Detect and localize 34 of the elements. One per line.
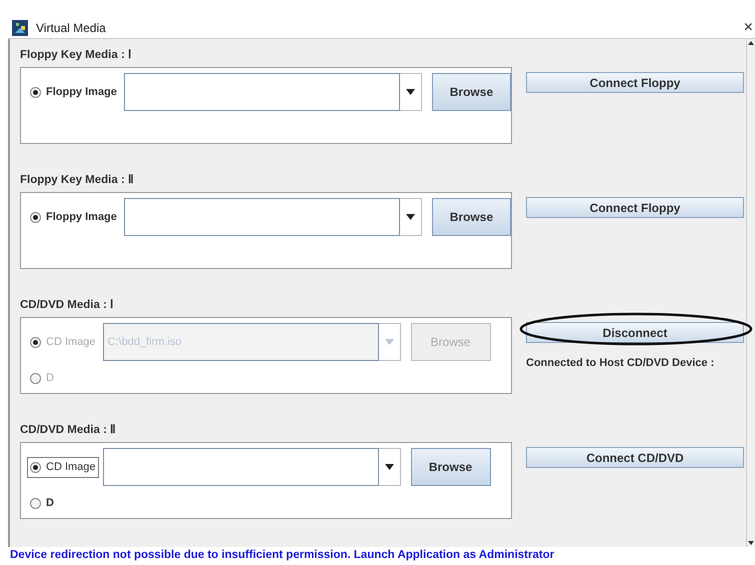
section-title: CD/DVD Media : Ⅰ xyxy=(20,298,116,314)
caret-icon xyxy=(406,214,415,220)
section-title: CD/DVD Media : Ⅱ xyxy=(20,423,118,438)
section-title: Floppy Key Media : Ⅱ xyxy=(20,173,135,188)
path-field[interactable] xyxy=(102,448,379,486)
path-field[interactable] xyxy=(124,73,400,112)
radio-button[interactable]: CD Image xyxy=(27,457,99,478)
window-title: Virtual Media xyxy=(36,20,106,38)
browse-button[interactable]: Browse xyxy=(432,198,511,236)
dropdown-button[interactable] xyxy=(400,198,422,236)
browse-button[interactable]: Browse xyxy=(410,448,491,486)
radio-button[interactable]: Floppy Image xyxy=(27,82,120,103)
dropdown-button[interactable] xyxy=(400,73,422,112)
action-button[interactable]: Connect CD/DVD xyxy=(526,447,744,468)
caret-icon xyxy=(406,89,415,96)
radio-dot[interactable] xyxy=(30,86,41,98)
action-button[interactable]: Connect Floppy xyxy=(526,72,744,94)
browse-button[interactable]: Browse xyxy=(432,73,511,112)
radio-dot[interactable] xyxy=(30,462,41,473)
connection-status: Connected to Host CD/DVD Device : xyxy=(526,356,716,372)
dropdown-button[interactable] xyxy=(378,448,401,486)
close-button[interactable]: × xyxy=(744,20,755,36)
app-icon xyxy=(12,20,28,36)
caret-icon xyxy=(384,339,394,346)
caret-icon xyxy=(384,464,394,470)
section-title: Floppy Key Media : Ⅰ xyxy=(20,48,133,64)
radio-dot[interactable] xyxy=(30,212,41,223)
path-field[interactable] xyxy=(124,198,400,236)
scroll-down-icon[interactable] xyxy=(747,539,755,548)
radio-button[interactable]: Floppy Image xyxy=(27,207,120,228)
action-button[interactable]: Connect Floppy xyxy=(526,197,744,218)
radio-button[interactable]: D xyxy=(27,493,57,514)
radio-dot[interactable] xyxy=(30,498,41,509)
scroll-up-icon[interactable] xyxy=(747,39,755,48)
